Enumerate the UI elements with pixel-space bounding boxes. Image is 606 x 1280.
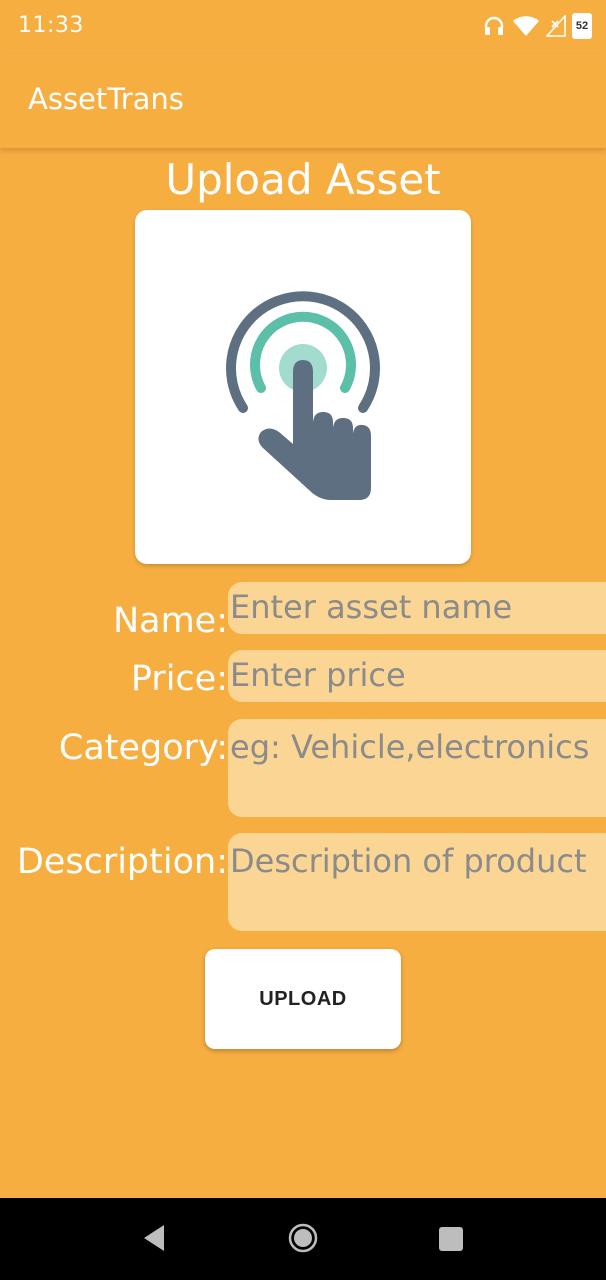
navigation-bar [0, 1198, 606, 1280]
status-bar: 11:33 52 [0, 0, 606, 54]
signal-icon [546, 15, 566, 37]
price-label: Price: [130, 659, 228, 699]
screen: 11:33 52 AssetTrans Upload Asset Name: E… [0, 0, 606, 1280]
page-title: Upload Asset [165, 155, 441, 204]
wifi-icon [512, 15, 540, 37]
description-input[interactable]: Description of product [228, 833, 606, 931]
upload-button[interactable]: UPLOAD [205, 949, 401, 1049]
app-title: AssetTrans [28, 82, 184, 116]
status-time: 11:33 [18, 13, 84, 38]
price-input[interactable]: Enter price [228, 650, 606, 702]
recents-icon[interactable] [438, 1226, 464, 1257]
category-input[interactable]: eg: Vehicle,electronics [228, 719, 606, 817]
back-icon[interactable] [140, 1222, 168, 1259]
name-label: Name: [112, 601, 228, 641]
description-label: Description: [16, 842, 228, 882]
status-icons: 52 [482, 12, 592, 40]
asset-image-picker[interactable] [135, 210, 471, 564]
touch-hand-icon [226, 291, 380, 500]
home-icon[interactable] [287, 1222, 319, 1259]
app-bar: AssetTrans [0, 54, 606, 148]
category-label: Category: [58, 728, 228, 768]
headphones-icon [482, 14, 506, 38]
battery-icon: 52 [572, 13, 592, 39]
name-input[interactable]: Enter asset name [228, 582, 606, 634]
